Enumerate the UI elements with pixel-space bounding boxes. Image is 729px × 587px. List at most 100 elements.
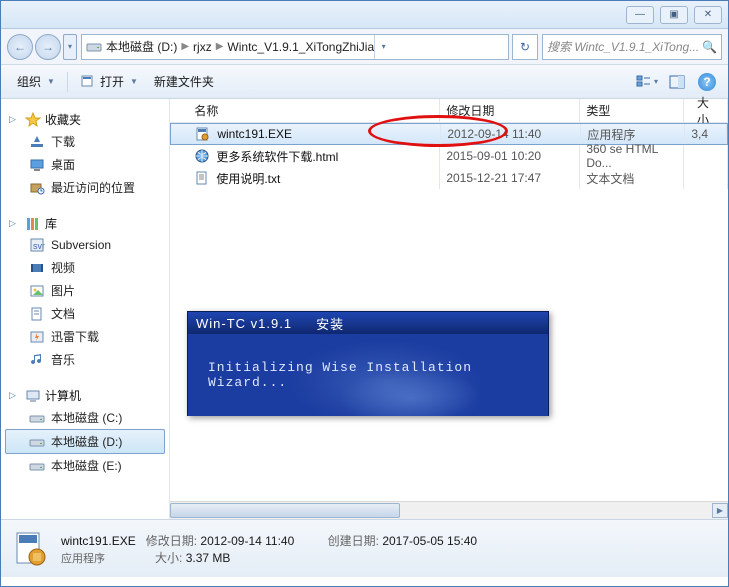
details-size-label: 大小: — [155, 551, 182, 565]
sidebar-item-music[interactable]: 音乐 — [5, 348, 165, 371]
open-button[interactable]: 打开 ▼ — [72, 69, 146, 94]
toolbar-separator — [67, 72, 68, 92]
open-label: 打开 — [100, 73, 124, 90]
horizontal-scrollbar[interactable]: ▶ — [170, 501, 728, 519]
details-pane: wintc191.EXE 修改日期: 2012-09-14 11:40 创建日期… — [1, 519, 728, 577]
sidebar-group-favorites[interactable]: ▷ 收藏夹 — [9, 111, 165, 128]
sidebar-group-label: 库 — [45, 215, 57, 232]
window-titlebar: — ▣ ✕ — [1, 1, 728, 29]
sidebar-group-computer[interactable]: ▷ 计算机 — [9, 387, 165, 404]
maximize-button[interactable]: ▣ — [660, 6, 688, 24]
music-icon — [29, 352, 45, 368]
breadcrumb[interactable]: 本地磁盘 (D:) ▶ rjxz ▶ Wintc_V1.9.1_XiTongZh… — [81, 34, 509, 60]
column-label: 修改日期 — [446, 102, 494, 119]
scroll-right-icon[interactable]: ▶ — [712, 503, 728, 518]
preview-pane-button[interactable] — [664, 71, 690, 93]
back-button[interactable]: ← — [7, 34, 33, 60]
download-icon — [29, 134, 45, 150]
exe-icon — [195, 126, 211, 142]
refresh-button[interactable]: ↻ — [512, 34, 538, 60]
column-size[interactable]: 大小 — [684, 99, 728, 122]
newfolder-label: 新建文件夹 — [154, 73, 214, 90]
file-name: 更多系统软件下载.html — [216, 148, 338, 165]
column-name[interactable]: 名称▼ — [170, 99, 440, 122]
organize-label: 组织 — [17, 73, 41, 90]
sidebar-item-recent[interactable]: 最近访问的位置 — [5, 176, 165, 199]
svg-text:svn: svn — [33, 241, 45, 251]
details-subtitle: 应用程序 — [61, 553, 105, 565]
file-type: 文本文档 — [580, 167, 684, 189]
sidebar-item-pictures[interactable]: 图片 — [5, 279, 165, 302]
search-placeholder: 搜索 Wintc_V1.9.1_XiTong... — [547, 38, 699, 55]
newfolder-button[interactable]: 新建文件夹 — [146, 69, 222, 94]
sidebar-item-desktop[interactable]: 桌面 — [5, 153, 165, 176]
forward-button[interactable]: → — [35, 34, 61, 60]
toolbar: 组织 ▼ 打开 ▼ 新建文件夹 ▾ ? — [1, 65, 728, 99]
organize-button[interactable]: 组织 ▼ — [9, 69, 63, 94]
column-date[interactable]: 修改日期▼ — [440, 99, 580, 122]
sidebar-group-label: 计算机 — [45, 387, 81, 404]
sidebar-item-label: 本地磁盘 (C:) — [51, 409, 122, 426]
drive-icon — [29, 410, 45, 426]
breadcrumb-seg-1[interactable]: rjxz — [193, 40, 212, 54]
sidebar-item-label: 视频 — [51, 259, 75, 276]
sidebar-item-label: 图片 — [51, 282, 75, 299]
chevron-down-icon: ▼ — [47, 77, 55, 86]
file-row[interactable]: 使用说明.txt 2015-12-21 17:47 文本文档 — [170, 167, 728, 189]
picture-icon — [29, 283, 45, 299]
breadcrumb-dropdown[interactable]: ▾ — [374, 35, 392, 59]
html-icon — [194, 148, 210, 164]
sidebar-item-drive-c[interactable]: 本地磁盘 (C:) — [5, 406, 165, 429]
search-icon[interactable]: 🔍 — [702, 40, 717, 54]
details-text: wintc191.EXE 修改日期: 2012-09-14 11:40 创建日期… — [61, 532, 477, 566]
drive-icon — [86, 39, 102, 55]
sidebar-item-label: 桌面 — [51, 156, 75, 173]
installer-title-1: Win-TC v1.9.1 — [196, 316, 292, 331]
search-input[interactable]: 搜索 Wintc_V1.9.1_XiTong... 🔍 — [542, 34, 722, 60]
sidebar-item-label: 文档 — [51, 305, 75, 322]
sidebar-group-libraries[interactable]: ▷ 库 — [9, 215, 165, 232]
file-row[interactable]: 更多系统软件下载.html 2015-09-01 10:20 360 se HT… — [170, 145, 728, 167]
details-mod-label: 修改日期: — [146, 534, 197, 548]
column-type[interactable]: 类型▼ — [580, 99, 684, 122]
details-file-icon — [11, 529, 51, 569]
help-button[interactable]: ? — [694, 71, 720, 93]
sidebar-item-xunlei[interactable]: 迅雷下载 — [5, 325, 165, 348]
installer-titlebar[interactable]: Win-TC v1.9.1 安装 — [188, 312, 548, 334]
column-label: 名称 — [194, 102, 218, 119]
nav-buttons: ← → ▾ — [7, 34, 77, 60]
sidebar-item-label: 本地磁盘 (D:) — [51, 433, 122, 450]
nav-history-dropdown[interactable]: ▾ — [63, 34, 77, 60]
collapse-icon: ▷ — [9, 114, 21, 125]
breadcrumb-seg-0[interactable]: 本地磁盘 (D:) — [106, 38, 177, 55]
file-name: wintc191.EXE — [217, 127, 292, 141]
details-size-val: 3.37 MB — [186, 551, 231, 565]
sidebar-item-label: Subversion — [51, 238, 111, 252]
minimize-button[interactable]: — — [626, 6, 654, 24]
recent-icon — [29, 180, 45, 196]
breadcrumb-sep: ▶ — [216, 41, 224, 52]
sidebar-item-drive-e[interactable]: 本地磁盘 (E:) — [5, 454, 165, 477]
sidebar: ▷ 收藏夹 下载 桌面 最近访问的位置 ▷ 库 svn Subversion 视频… — [1, 99, 170, 519]
scrollbar-thumb[interactable] — [170, 503, 400, 518]
sidebar-item-videos[interactable]: 视频 — [5, 256, 165, 279]
installer-dialog: Win-TC v1.9.1 安装 Initializing Wise Insta… — [187, 311, 549, 416]
file-pane: 名称▼ 修改日期▼ 类型▼ 大小 wintc191.EXE 2012-09-14… — [170, 99, 728, 519]
column-headers: 名称▼ 修改日期▼ 类型▼ 大小 — [170, 99, 728, 123]
txt-icon — [194, 170, 210, 186]
help-icon: ? — [698, 73, 716, 91]
file-size — [684, 167, 728, 189]
document-icon — [29, 306, 45, 322]
sidebar-item-subversion[interactable]: svn Subversion — [5, 234, 165, 256]
breadcrumb-seg-2[interactable]: Wintc_V1.9.1_XiTongZhiJia — [227, 40, 374, 54]
sidebar-item-drive-d[interactable]: 本地磁盘 (D:) — [5, 429, 165, 454]
sidebar-item-downloads[interactable]: 下载 — [5, 130, 165, 153]
close-button[interactable]: ✕ — [694, 6, 722, 24]
file-date: 2015-09-01 10:20 — [440, 145, 580, 167]
file-date: 2012-09-14 11:40 — [441, 124, 581, 144]
installer-title-2: 安装 — [316, 314, 344, 333]
column-label: 类型 — [586, 102, 610, 119]
details-title: wintc191.EXE — [61, 534, 136, 548]
view-button[interactable]: ▾ — [634, 71, 660, 93]
sidebar-item-documents[interactable]: 文档 — [5, 302, 165, 325]
